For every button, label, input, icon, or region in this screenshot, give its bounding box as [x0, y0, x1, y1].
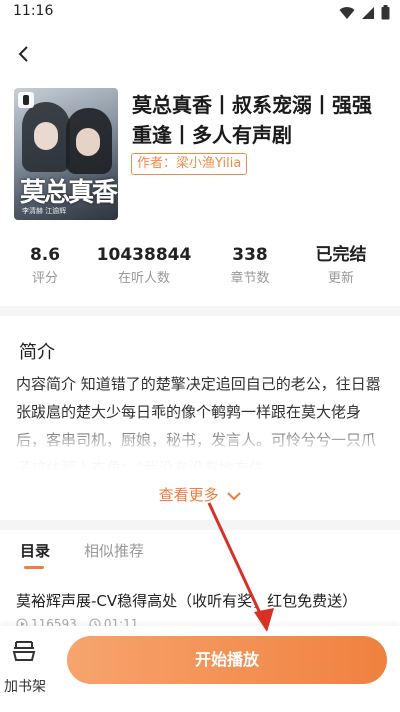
- cover-credit: 李清赫 江逾辉: [22, 207, 67, 215]
- section-divider: [0, 306, 400, 316]
- see-more-button[interactable]: 查看更多: [0, 484, 400, 505]
- stat-rating-label: 评分: [31, 271, 58, 286]
- status-time: 11:16: [13, 3, 54, 19]
- status-bar: 11:16: [0, 0, 400, 26]
- content-tabs: 目录 相似推荐: [0, 540, 400, 572]
- signal-icon: [362, 6, 374, 19]
- add-to-shelf-label: 加书架: [4, 679, 46, 695]
- battery-icon: [381, 5, 390, 20]
- back-arrow-icon: [18, 46, 28, 62]
- intro-heading: 简介: [19, 342, 55, 363]
- bookshelf-icon: [12, 641, 36, 661]
- see-more-label: 查看更多: [158, 486, 219, 504]
- intro-fade: [0, 420, 400, 472]
- book-title: 莫总真香丨叔系宠溺丨强强重逢丨多人有声剧: [132, 93, 372, 147]
- stat-chapters-label: 章节数: [230, 271, 270, 286]
- stat-listeners: 10438844 在听人数: [94, 243, 194, 289]
- bottom-action-bar: 加书架 开始播放: [0, 626, 400, 712]
- section-divider-2: [0, 520, 400, 530]
- cover-title: 莫总真香: [20, 178, 118, 208]
- chevron-down-icon: [227, 491, 242, 500]
- episode-title[interactable]: 莫裕辉声展-CV稳得高处（收听有奖，红包免费送）: [16, 590, 388, 611]
- tab-catalog[interactable]: 目录: [20, 540, 50, 561]
- status-icons: [339, 5, 390, 20]
- stat-update-value: 已完结: [315, 245, 367, 265]
- stat-listeners-label: 在听人数: [117, 271, 170, 286]
- cover-face-left: [34, 122, 58, 150]
- tab-active-indicator: [24, 566, 44, 569]
- wifi-icon: [339, 6, 355, 19]
- add-to-shelf-button[interactable]: 加书架: [0, 636, 50, 696]
- stat-chapters: 338 章节数: [220, 243, 280, 289]
- tab-similar[interactable]: 相似推荐: [84, 540, 144, 561]
- stat-update: 已完结 更新: [306, 243, 376, 289]
- stat-listeners-value: 10438844: [96, 245, 192, 265]
- back-button[interactable]: [10, 40, 38, 68]
- stat-rating-value: 8.6: [29, 245, 61, 265]
- audio-badge-icon: [18, 92, 34, 108]
- author-tag[interactable]: 作者：梁小渔Yilia: [131, 153, 248, 175]
- start-playing-button[interactable]: 开始播放: [67, 636, 387, 684]
- cover-face-right: [76, 128, 100, 156]
- stat-rating: 8.6 评分: [20, 243, 70, 289]
- stat-update-label: 更新: [327, 271, 354, 286]
- book-cover[interactable]: 莫总真香 李清赫 江逾辉: [14, 88, 118, 220]
- stat-chapters-value: 338: [232, 245, 268, 265]
- book-stats: 8.6 评分 10438844 在听人数 338 章节数 已完结 更新: [0, 243, 400, 293]
